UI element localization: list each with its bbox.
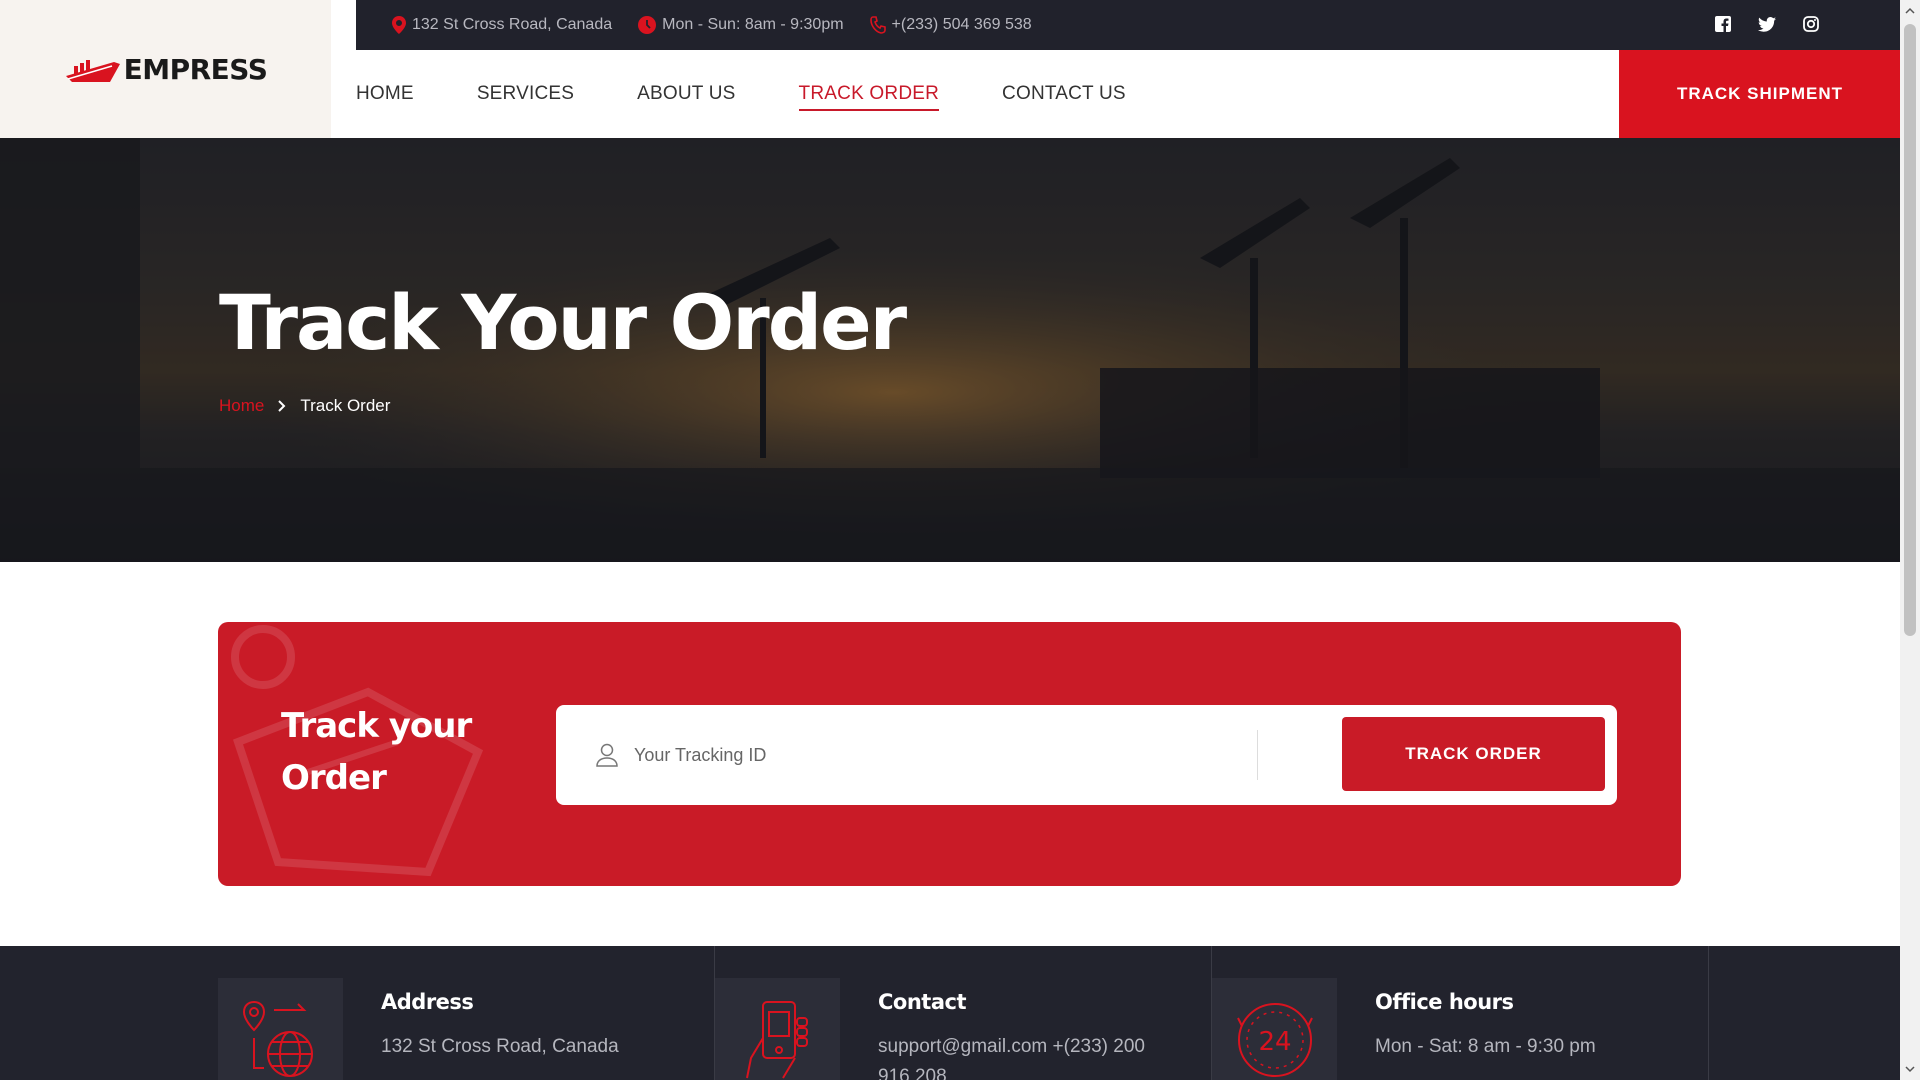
clock-icon — [638, 16, 657, 34]
breadcrumb-home[interactable]: Home — [219, 396, 264, 416]
brand-name: EMPRESS — [123, 52, 268, 86]
topbar-phone[interactable]: +(233) 504 369 538 — [869, 16, 1032, 34]
info-heading: Address — [381, 990, 474, 1014]
info-text: 132 St Cross Road, Canada — [381, 1036, 619, 1057]
facebook-icon[interactable] — [1714, 15, 1732, 33]
tracking-input-wrap — [556, 730, 1258, 780]
nav-about-us[interactable]: ABOUT US — [637, 79, 735, 109]
scroll-up-arrow-icon[interactable] — [1905, 6, 1915, 16]
info-icon-box — [218, 978, 343, 1080]
info-heading: Contact — [878, 990, 967, 1014]
breadcrumb-current: Track Order — [300, 396, 391, 415]
social-links — [1714, 15, 1820, 33]
topbar: 132 St Cross Road, Canada Mon - Sun: 8am… — [356, 0, 1900, 50]
twitter-icon[interactable] — [1758, 15, 1776, 33]
info-icon-box: 24 — [1212, 978, 1337, 1080]
phone-hand-icon — [745, 1001, 808, 1079]
info-icon-box — [715, 978, 840, 1080]
page-title: Track Your Order — [219, 278, 907, 367]
page-scrollbar[interactable] — [1900, 0, 1920, 1080]
breadcrumb: Home Track Order — [219, 396, 390, 416]
track-form: TRACK ORDER — [556, 705, 1617, 805]
track-shipment-button[interactable]: TRACK SHIPMENT — [1619, 50, 1901, 138]
chevron-right-icon — [278, 400, 286, 412]
phone-icon — [869, 16, 886, 34]
contact-info-section: Address 132 St Cross Road, Canada Contac… — [0, 946, 1900, 1080]
track-order-card: Track your Order TRACK ORDER — [218, 622, 1681, 886]
main-nav: HOME SERVICES ABOUT US TRACK ORDER CONTA… — [356, 50, 1189, 138]
tracking-id-input[interactable] — [634, 744, 1134, 766]
nav-track-order[interactable]: TRACK ORDER — [798, 79, 940, 111]
nav-contact-us[interactable]: CONTACT US — [1002, 79, 1126, 109]
info-text: Mon - Sat: 8 am - 9:30 pm — [1375, 1036, 1596, 1057]
track-order-button[interactable]: TRACK ORDER — [1342, 717, 1605, 791]
info-address: Address 132 St Cross Road, Canada — [218, 946, 715, 1080]
nav-home[interactable]: HOME — [356, 79, 414, 109]
scroll-down-arrow-icon[interactable] — [1905, 1064, 1915, 1074]
info-contact: Contact support@gmail.com +(233) 200 916… — [715, 946, 1212, 1080]
instagram-icon[interactable] — [1802, 15, 1820, 33]
location-pin-icon — [392, 16, 406, 34]
track-title: Track your Order — [281, 706, 472, 798]
nav-services[interactable]: SERVICES — [477, 79, 574, 109]
info-heading: Office hours — [1375, 990, 1514, 1014]
topbar-hours: Mon - Sun: 8am - 9:30pm — [638, 16, 844, 34]
ship-logo-icon — [65, 60, 120, 82]
hero-banner: Track Your Order Home Track Order — [0, 138, 1900, 562]
brand-logo[interactable]: EMPRESS — [64, 52, 268, 86]
info-text: support@gmail.com +(233) 200 916 208 — [878, 1036, 1145, 1080]
clock-24-icon: 24 — [1236, 1003, 1313, 1077]
location-globe-icon — [242, 1000, 313, 1077]
logo-block: EMPRESS — [0, 0, 331, 138]
user-icon — [596, 743, 618, 767]
svg-text:24: 24 — [1258, 1027, 1291, 1057]
info-office-hours: 24 Office hours Mon - Sat: 8 am - 9:30 p… — [1212, 946, 1709, 1080]
topbar-address: 132 St Cross Road, Canada — [392, 16, 612, 34]
scrollbar-thumb[interactable] — [1904, 24, 1916, 636]
